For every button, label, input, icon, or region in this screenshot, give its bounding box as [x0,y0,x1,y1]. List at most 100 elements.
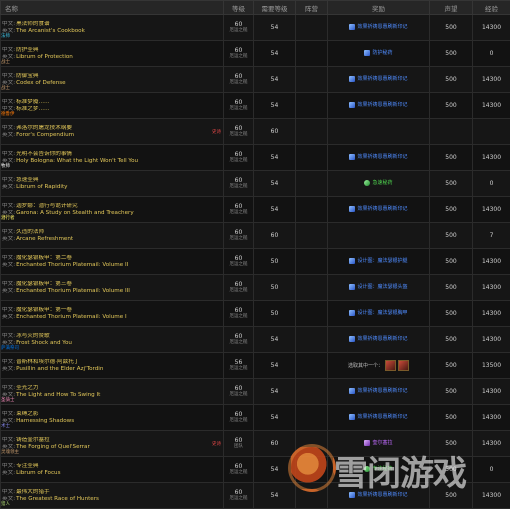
quest-row[interactable]: 中文:铸造奎尔塞拉 英文:The Forging of Quel'Serrar … [1,431,510,457]
quest-name-cn[interactable]: 久违的法师 [16,229,44,235]
reward[interactable]: 设计图：魔法瑟银头盔 [349,283,407,290]
quest-name-cn[interactable]: 迦罗娜：潜行与诡计研究 [16,203,78,209]
quest-name-cn[interactable]: 标准梦魇…… [16,99,50,105]
reward[interactable]: 设计图：魔法瑟银胸甲 [349,309,407,316]
reward[interactable]: 防护秘药 [364,49,392,56]
reward-link[interactable]: 设计图：魔法瑟银护腿 [357,257,407,264]
quest-name-en[interactable]: Pusillin and the Elder Azj'Tordin [16,366,103,372]
reward[interactable]: 效果祈祷恩惠刷新印记 [349,387,407,394]
quest-row[interactable]: 中文:圣光之力 英文:The Light and How To Swing It… [1,379,510,405]
col-header-level[interactable]: 等级 [224,1,254,15]
quest-row[interactable]: 中文:专注圣典 英文:Librum of Focus 60 厄运之槌 54 专注… [1,457,510,483]
quest-name-cn[interactable]: 束缚之影 [16,411,38,417]
quest-name-en[interactable]: Librum of Protection [16,54,73,60]
quest-name-en[interactable]: Holy Bologna: What the Light Won't Tell … [16,158,138,164]
reward-item-icon[interactable] [385,360,396,371]
reward[interactable]: 效果祈祷恩惠刷新印记 [349,335,407,342]
col-header-faction[interactable]: 阵营 [296,1,328,15]
quest-name-cn[interactable]: 魔化瑟银板甲：第三卷 [16,281,72,287]
quest-name-en[interactable]: Frost Shock and You [16,340,72,346]
quest-name-en[interactable]: The Greatest Race of Hunters [16,496,99,502]
reward-link[interactable]: 效果祈祷恩惠刷新印记 [357,101,407,108]
quest-name-cn[interactable]: 防护圣典 [16,47,38,53]
quest-name-cn[interactable]: 普斯林和埃尔德·阿兹托丁 [16,359,79,365]
reward[interactable]: 效果祈祷恩惠刷新印记 [349,101,407,108]
reward-link[interactable]: 效果祈祷恩惠刷新印记 [357,491,407,498]
col-header-reputation[interactable]: 声望 [430,1,473,15]
quest-name-en[interactable]: Arcane Refreshment [16,236,73,242]
reward-item-icon [349,388,355,394]
quest-name-cn[interactable]: 防御宝典 [16,73,38,79]
quest-name-en[interactable]: The Forging of Quel'Serrar [16,444,90,450]
quest-name-cn[interactable]: 最伟大的猎手 [16,489,50,495]
reward-link[interactable]: 急速秘药 [372,179,392,186]
reward-item-icon[interactable] [398,360,409,371]
quest-row[interactable]: 中文:久违的法师 英文:Arcane Refreshment 60 厄运之槌 6… [1,223,510,249]
quest-name-en[interactable]: Enchanted Thorium Platemail: Volume I [16,314,127,320]
quest-row[interactable]: 中文:防护圣典 英文:Librum of Protection 战士 60 厄运… [1,41,510,67]
reward-link[interactable]: 效果祈祷恩惠刷新印记 [357,335,407,342]
quest-row[interactable]: 中文:魔化瑟银板甲：第二卷 英文:Enchanted Thorium Plate… [1,249,510,275]
quest-row[interactable]: 中文:黑法师的食谱 英文:The Arcanist's Cookbook 法师 … [1,15,510,41]
reward-link[interactable]: 效果祈祷恩惠刷新印记 [357,75,407,82]
reward-link[interactable]: 效果祈祷恩惠刷新印记 [357,205,407,212]
reward[interactable]: 效果祈祷恩惠刷新印记 [349,491,407,498]
quest-name-en[interactable]: Codex of Defense [16,80,66,86]
reward-link[interactable]: 防护秘药 [372,49,392,56]
reward-link[interactable]: 效果祈祷恩惠刷新印记 [357,413,407,420]
quest-name-en[interactable]: The Arcanist's Cookbook [16,28,85,34]
reward[interactable]: 效果祈祷恩惠刷新印记 [349,205,407,212]
quest-name-cn[interactable]: 弗洛尔的屠龙技术纲要 [16,125,72,131]
reward[interactable]: 专注秘药 [364,465,392,472]
quest-name-en[interactable]: Librum of Rapidity [16,184,67,190]
quest-row[interactable]: 中文:标准梦魇…… 中文:标准之梦…… 德鲁伊 60 厄运之槌 54 效果祈祷恩… [1,93,510,119]
quest-row[interactable]: 中文:急速圣典 英文:Librum of Rapidity 60 厄运之槌 54… [1,171,510,197]
quest-row[interactable]: 中文:束缚之影 英文:Harnessing Shadows 术士 60 厄运之槌… [1,405,510,431]
prefix-cn: 中文: [2,281,15,287]
quest-name-cn[interactable]: 魔化瑟银板甲：第一卷 [16,307,72,313]
col-header-reward[interactable]: 奖励 [328,1,430,15]
quest-name-cn[interactable]: 冰与火的赞歌 [16,333,50,339]
reward-link[interactable]: 奎尔塞拉 [372,439,392,446]
reward[interactable]: 效果祈祷恩惠刷新印记 [349,153,407,160]
reward-link[interactable]: 效果祈祷恩惠刷新印记 [357,387,407,394]
col-header-req-level[interactable]: 需要等级 [254,1,296,15]
quest-name-en[interactable]: Enchanted Thorium Platemail: Volume II [16,262,128,268]
quest-row[interactable]: 中文:冰与火的赞歌 英文:Frost Shock and You 萨满祭司 60… [1,327,510,353]
quest-name-en[interactable]: Librum of Focus [16,470,60,476]
quest-name-cn[interactable]: 黑法师的食谱 [16,21,50,27]
reward-link[interactable]: 专注秘药 [372,465,392,472]
quest-row[interactable]: 中文:魔化瑟银板甲：第三卷 英文:Enchanted Thorium Plate… [1,275,510,301]
reward[interactable]: 效果祈祷恩惠刷新印记 [349,75,407,82]
quest-name-cn[interactable]: 魔化瑟银板甲：第二卷 [16,255,72,261]
reward[interactable]: 急速秘药 [364,179,392,186]
col-header-xp[interactable]: 经验 [473,1,510,15]
quest-name-cn[interactable]: 光明不会告诉你的事情 [16,151,72,157]
col-header-name[interactable]: 名称 [1,1,224,15]
reward-link[interactable]: 设计图：魔法瑟银头盔 [357,283,407,290]
reward-link[interactable]: 效果祈祷恩惠刷新印记 [357,153,407,160]
quest-name-en[interactable]: Foror's Compendium [16,132,74,138]
reward[interactable]: 选取其中一个： [348,360,409,371]
quest-name-cn-alt[interactable]: 标准之梦…… [16,106,50,112]
quest-name-en[interactable]: The Light and How To Swing It [16,392,100,398]
quest-name-en[interactable]: Garona: A Study on Stealth and Treachery [16,210,134,216]
reward[interactable]: 效果祈祷恩惠刷新印记 [349,23,407,30]
quest-row[interactable]: 中文:弗洛尔的屠龙技术纲要 英文:Foror's Compendium 史诗 6… [1,119,510,145]
quest-name-en[interactable]: Harnessing Shadows [16,418,74,424]
quest-row[interactable]: 中文:魔化瑟银板甲：第一卷 英文:Enchanted Thorium Plate… [1,301,510,327]
reward-link[interactable]: 效果祈祷恩惠刷新印记 [357,23,407,30]
quest-row[interactable]: 中文:普斯林和埃尔德·阿兹托丁 英文:Pusillin and the Elde… [1,353,510,379]
quest-name-cn[interactable]: 圣光之力 [16,385,38,391]
reward[interactable]: 奎尔塞拉 [364,439,392,446]
quest-row[interactable]: 中文:防御宝典 英文:Codex of Defense 战士 60 厄运之槌 5… [1,67,510,93]
quest-row[interactable]: 中文:迦罗娜：潜行与诡计研究 英文:Garona: A Study on Ste… [1,197,510,223]
reward[interactable]: 效果祈祷恩惠刷新印记 [349,413,407,420]
quest-name-en[interactable]: Enchanted Thorium Platemail: Volume III [16,288,130,294]
quest-row[interactable]: 中文:光明不会告诉你的事情 英文:Holy Bologna: What the … [1,145,510,171]
quest-name-cn[interactable]: 急速圣典 [16,177,38,183]
quest-name-cn[interactable]: 铸造奎尔塞拉 [16,437,50,443]
quest-name-cn[interactable]: 专注圣典 [16,463,38,469]
reward-link[interactable]: 设计图：魔法瑟银胸甲 [357,309,407,316]
reward[interactable]: 设计图：魔法瑟银护腿 [349,257,407,264]
